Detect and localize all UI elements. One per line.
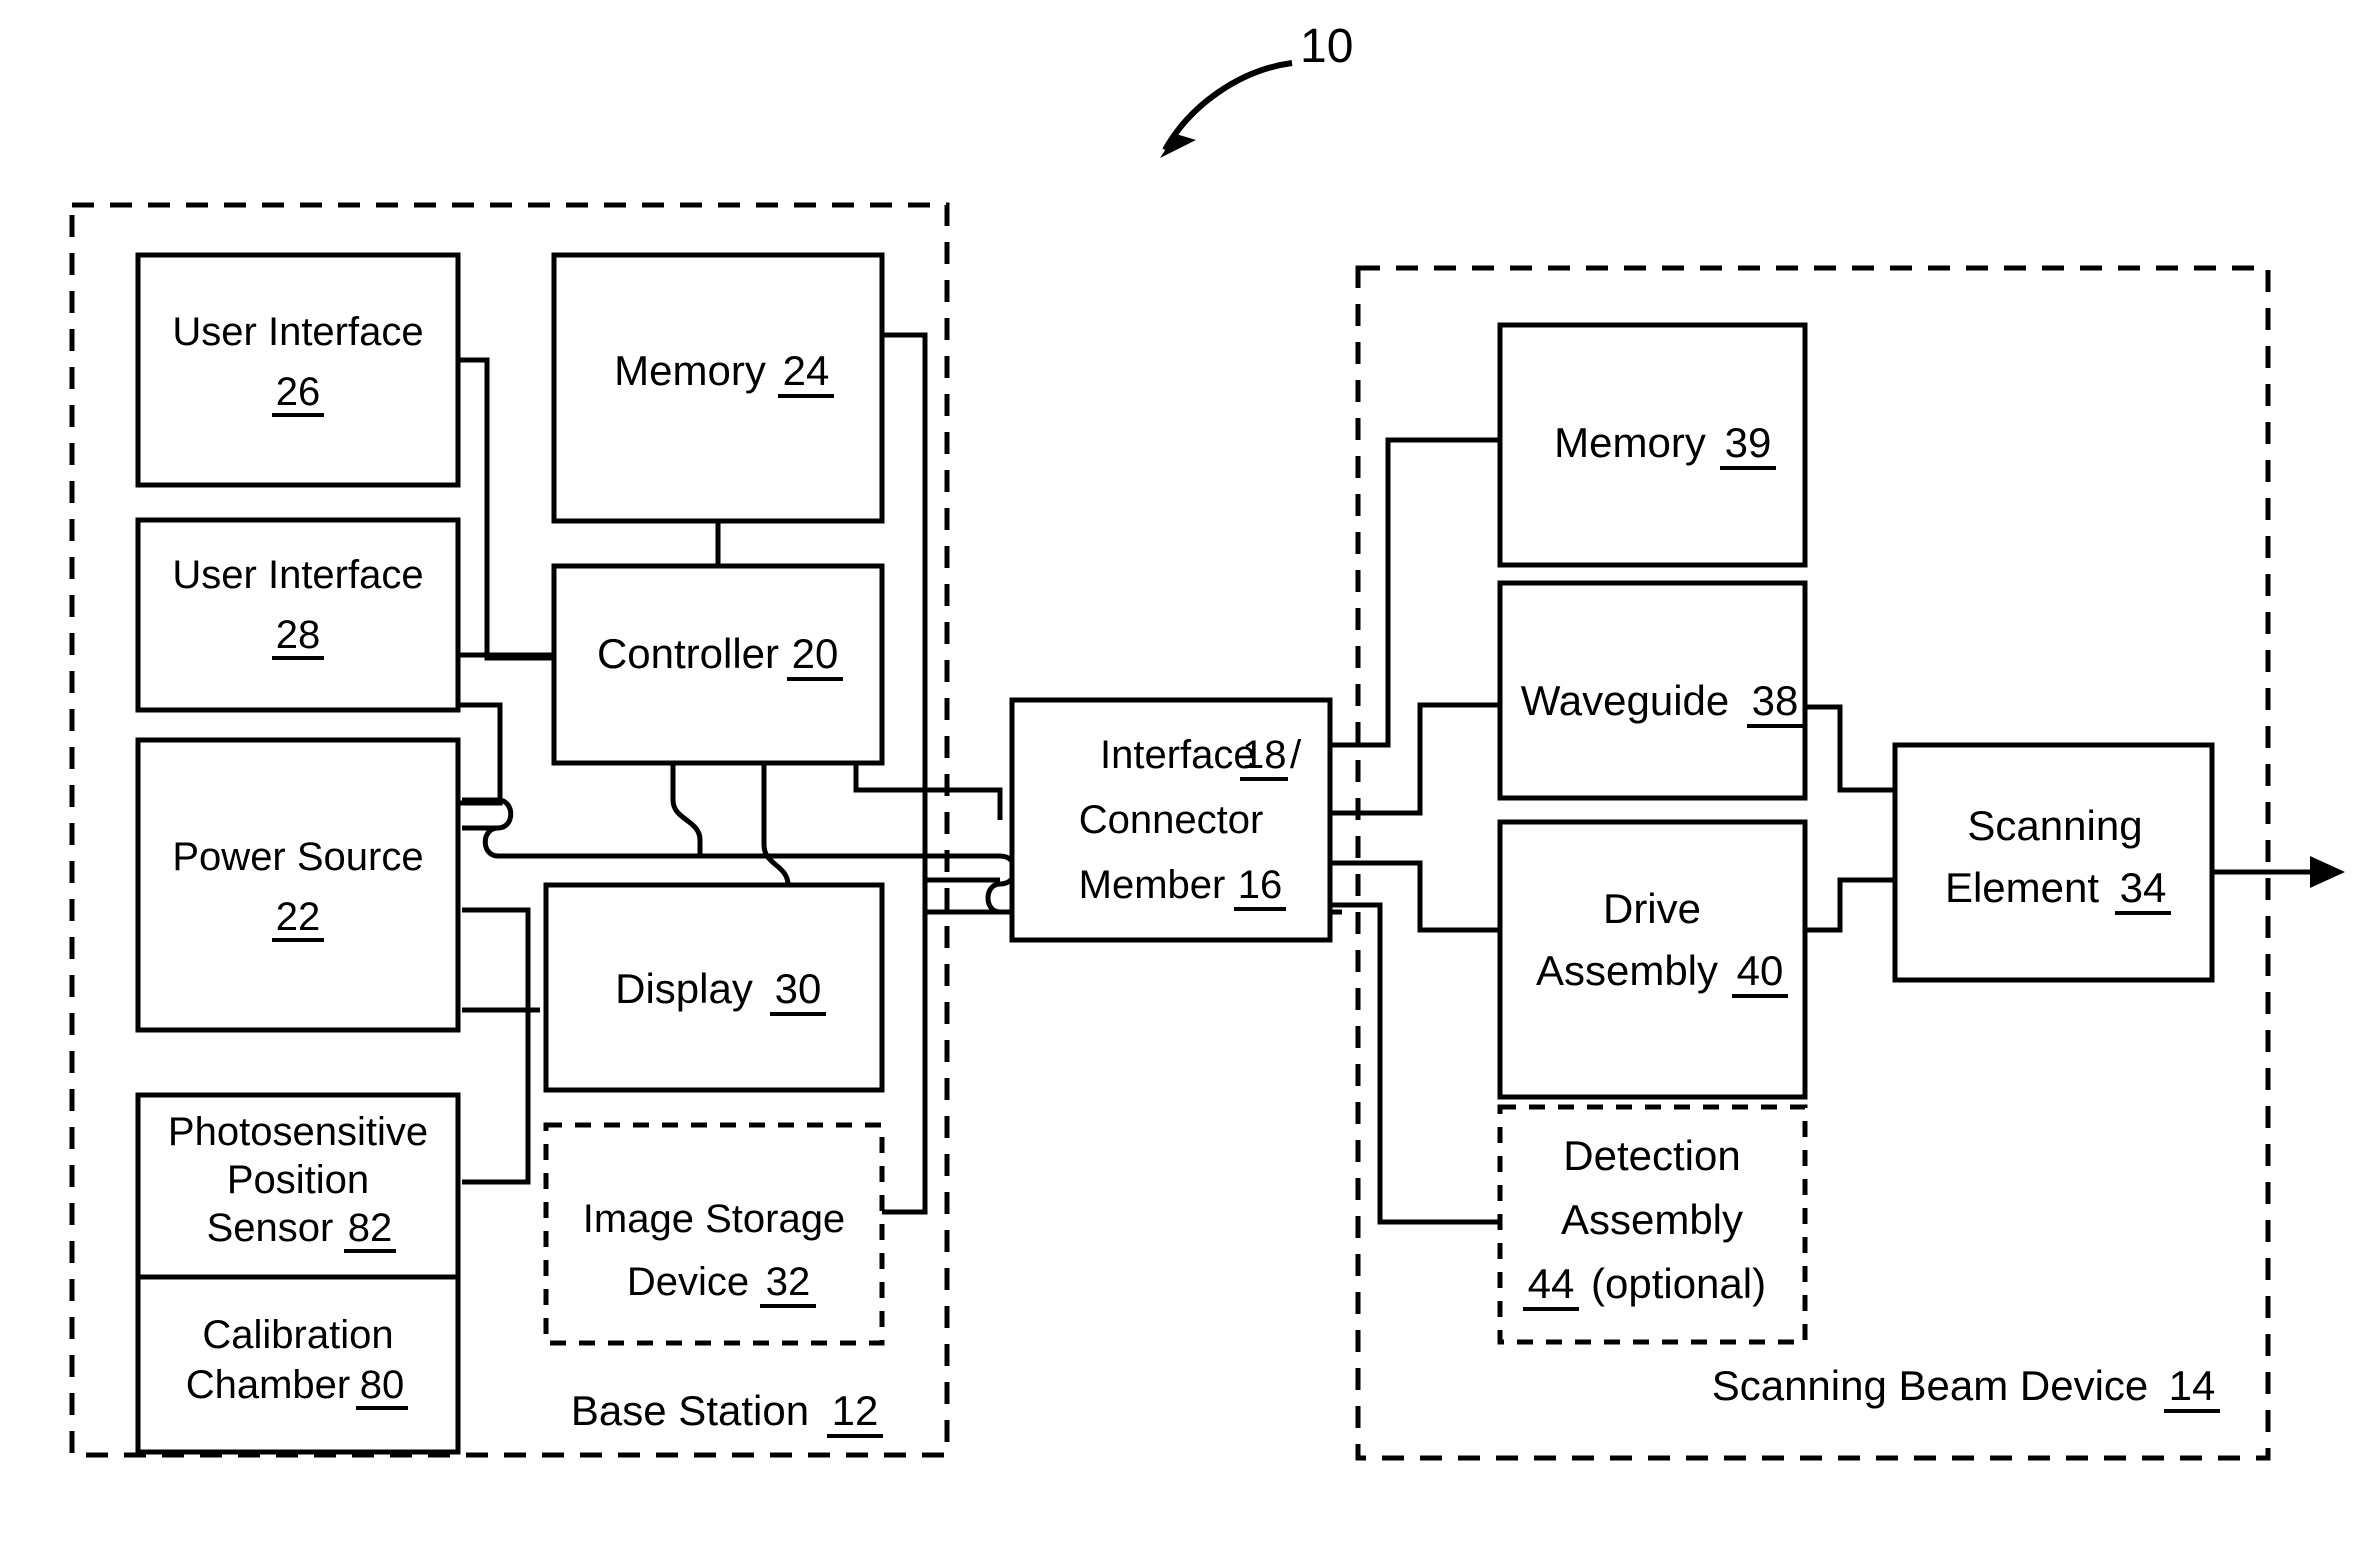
- user-interface-26-ref: 26: [276, 370, 321, 414]
- interface-line2: Connector: [1079, 798, 1264, 842]
- detection-assembly-line1: Detection: [1563, 1132, 1740, 1179]
- scanning-beam-device-caption-group: Scanning Beam Device 14: [1712, 1362, 2220, 1413]
- power-source-label: Power Source: [172, 835, 423, 879]
- memory-24-text-group: Memory 24: [614, 347, 834, 398]
- user-interface-26-label: User Interface: [172, 310, 423, 354]
- image-storage-line2: Device: [627, 1260, 749, 1304]
- wire-ui26-to-controller: [458, 357, 554, 661]
- wire-waveguide-to-scanning-element: [1802, 704, 1895, 793]
- drive-assembly-ref: 40: [1737, 947, 1784, 994]
- controller-20-label: Controller: [597, 630, 779, 677]
- photosensitive-sensor-line2: Position: [227, 1158, 369, 1202]
- calibration-chamber-line1: Calibration: [202, 1313, 393, 1357]
- detection-assembly-optional: (optional): [1591, 1260, 1766, 1307]
- display-30-label: Display: [615, 965, 753, 1012]
- power-source-ref: 22: [276, 895, 321, 939]
- user-interface-28-ref: 28: [276, 613, 321, 657]
- drive-assembly-line1: Drive: [1603, 885, 1701, 932]
- wire-bus-a-left-hops: [462, 797, 760, 859]
- image-storage-ref: 32: [766, 1260, 811, 1304]
- power-source-ref-group: 22: [272, 895, 324, 942]
- detection-assembly-line3-group: 44 (optional): [1523, 1260, 1766, 1311]
- memory-39-text-group: Memory 39: [1554, 419, 1776, 470]
- calibration-chamber-line2: Chamber: [186, 1363, 351, 1407]
- patent-figure-page: 10 User Interface 26 User Interface 28 P…: [0, 0, 2359, 1548]
- scanning-output-arrowhead: [2310, 856, 2345, 888]
- scanning-element-line2: Element: [1945, 864, 2099, 911]
- wire-controller-to-busA: [670, 763, 703, 856]
- memory-39-label: Memory: [1554, 419, 1706, 466]
- interface-ref-18: 18: [1242, 733, 1287, 777]
- controller-20-ref: 20: [792, 630, 839, 677]
- system-block-diagram: 10 User Interface 26 User Interface 28 P…: [69, 20, 2345, 1461]
- block-scanning-element-34[interactable]: [1892, 742, 2215, 983]
- wire-controller-right-to-interface-bus: [853, 763, 1003, 820]
- scanning-beam-device-ref: 14: [2169, 1362, 2216, 1409]
- interface-line3: Member: [1079, 863, 1226, 907]
- scanning-element-ref: 34: [2120, 864, 2167, 911]
- user-interface-28-label: User Interface: [172, 553, 423, 597]
- drive-assembly-line2: Assembly: [1536, 947, 1718, 994]
- detection-assembly-ref: 44: [1528, 1260, 1575, 1307]
- interface-ref-16: 16: [1238, 863, 1283, 907]
- figure-lead-arrowhead: [1160, 118, 1196, 158]
- image-storage-line2-group: Device 32: [627, 1260, 816, 1308]
- wire-interface-to-waveguide38: [1330, 702, 1500, 816]
- calibration-chamber-line2-group: Chamber 80: [186, 1363, 408, 1410]
- interface-slash: /: [1290, 733, 1302, 777]
- photosensitive-sensor-line3: Sensor: [207, 1206, 334, 1250]
- figure-reference-callout: [1160, 60, 1293, 158]
- figure-reference-number: 10: [1300, 20, 1353, 73]
- block-power-source-22[interactable]: [135, 737, 461, 1033]
- wire-drive-to-scanning-element: [1802, 877, 1895, 933]
- scanning-element-line1: Scanning: [1967, 802, 2142, 849]
- drive-assembly-line2-group: Assembly 40: [1536, 947, 1788, 998]
- waveguide-38-text-group: Waveguide 38: [1521, 677, 1803, 728]
- photosensitive-sensor-line1: Photosensitive: [168, 1110, 428, 1154]
- wire-sensor-to-bus: [462, 907, 531, 1185]
- memory-24-ref: 24: [783, 347, 830, 394]
- calibration-chamber-ref: 80: [360, 1363, 405, 1407]
- wire-ui28-bus-stub: [458, 702, 503, 800]
- photosensitive-sensor-line3-group: Sensor 82: [207, 1206, 396, 1253]
- interface-line1: Interface: [1100, 733, 1256, 777]
- waveguide-38-ref: 38: [1752, 677, 1799, 724]
- wire-memory24-right-rail: [882, 332, 928, 1215]
- scanning-beam-device-label: Scanning Beam Device: [1712, 1362, 2149, 1409]
- base-station-caption-group: Base Station 12: [571, 1387, 883, 1438]
- waveguide-38-label: Waveguide: [1521, 677, 1730, 724]
- base-station-label: Base Station: [571, 1387, 809, 1434]
- memory-39-ref: 39: [1725, 419, 1772, 466]
- user-interface-26-ref-group: 26: [272, 370, 324, 417]
- scanning-element-line2-group: Element 34: [1945, 864, 2171, 915]
- base-station-ref: 12: [832, 1387, 879, 1434]
- display-30-ref: 30: [775, 965, 822, 1012]
- user-interface-28-ref-group: 28: [272, 613, 324, 660]
- detection-assembly-line2: Assembly: [1561, 1196, 1743, 1243]
- memory-24-label: Memory: [614, 347, 766, 394]
- image-storage-line1: Image Storage: [583, 1197, 845, 1241]
- display-30-text-group: Display 30: [615, 965, 826, 1016]
- photosensitive-sensor-ref: 82: [348, 1206, 393, 1250]
- controller-20-text-group: Controller 20: [597, 630, 843, 681]
